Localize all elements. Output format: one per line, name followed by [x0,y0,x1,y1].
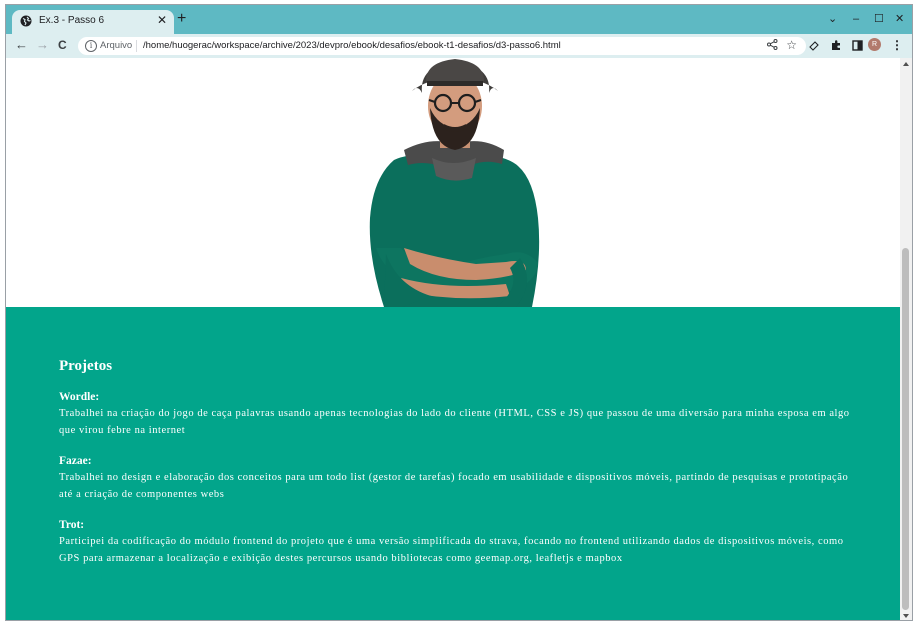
info-icon[interactable]: i [85,40,97,52]
globe-icon [20,15,32,27]
minimize-icon[interactable]: – [853,13,859,25]
address-separator [136,40,137,52]
side-panel-icon[interactable] [852,40,863,51]
page-viewport: Projetos Wordle: Trabalhei na criação do… [6,58,900,620]
extensions-puzzle-icon[interactable] [831,40,842,51]
close-window-icon[interactable]: ✕ [895,13,904,25]
project-item: Wordle: Trabalhei na criação do jogo de … [59,391,859,439]
browser-toolbar: ← → C i Arquivo /home/huogerac/workspace… [6,34,912,59]
project-description: Trabalhei no design e elaboração dos con… [59,472,849,500]
scroll-up-arrow-icon[interactable] [903,62,909,66]
tab-title: Ex.3 - Passo 6 [39,15,105,26]
project-title: Fazae: [59,455,92,467]
address-scheme-label: Arquivo [100,40,133,51]
bookmark-star-icon[interactable]: ☆ [786,38,797,52]
vertical-scrollbar[interactable] [900,58,912,620]
projects-heading: Projetos [59,358,113,374]
address-url[interactable]: /home/huogerac/workspace/archive/2023/de… [143,40,561,51]
tab-close-icon[interactable]: ✕ [157,13,167,27]
project-title: Trot: [59,519,85,531]
browser-window: Ex.3 - Passo 6 ✕ + ⌄ – ☐ ✕ ← → C i Arqui… [5,4,913,621]
hero-section [6,58,900,307]
tab-search-chevron-icon[interactable]: ⌄ [828,13,837,25]
profile-avatar[interactable]: R [868,38,881,51]
project-description: Participei da codificação do módulo fron… [59,536,844,564]
eraser-icon[interactable] [809,40,820,51]
project-item: Fazae: Trabalhei no design e elaboração … [59,455,859,503]
profile-photo [369,59,540,307]
projects-section: Projetos Wordle: Trabalhei na criação do… [6,307,900,620]
reload-icon[interactable]: C [58,37,67,53]
scrollbar-thumb[interactable] [902,248,909,610]
tab-active[interactable]: Ex.3 - Passo 6 ✕ [12,10,174,34]
maximize-icon[interactable]: ☐ [874,13,884,25]
forward-arrow-icon[interactable]: → [36,37,49,53]
share-icon[interactable] [767,39,778,50]
back-arrow-icon[interactable]: ← [15,37,28,53]
project-title: Wordle: [59,391,100,403]
tab-bar: Ex.3 - Passo 6 ✕ + ⌄ – ☐ ✕ [6,5,912,34]
project-item: Trot: Participei da codificação do módul… [59,519,859,567]
address-bar[interactable]: i Arquivo /home/huogerac/workspace/archi… [78,37,806,55]
project-description: Trabalhei na criação do jogo de caça pal… [59,408,850,436]
new-tab-button[interactable]: + [177,11,186,27]
scroll-down-arrow-icon[interactable] [903,614,909,618]
more-menu-icon[interactable]: ⋮ [891,37,903,53]
